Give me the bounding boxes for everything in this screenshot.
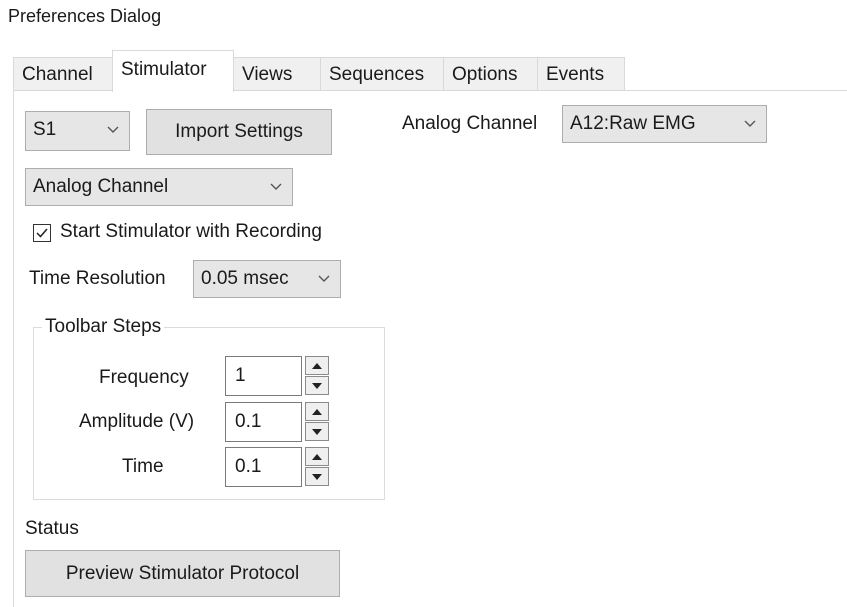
tab-stimulator[interactable]: Stimulator	[112, 50, 234, 92]
tab-options[interactable]: Options	[443, 57, 538, 91]
frequency-label: Frequency	[99, 367, 189, 388]
time-resolution-value: 0.05 msec	[201, 268, 289, 289]
tab-label: Views	[242, 64, 293, 85]
spin-up-button[interactable]	[305, 402, 329, 421]
tab-views[interactable]: Views	[233, 57, 321, 91]
triangle-down-icon	[312, 383, 322, 389]
frequency-spinner[interactable]	[305, 356, 329, 396]
triangle-up-icon	[312, 454, 322, 460]
amplitude-value: 0.1	[235, 411, 262, 432]
preview-stimulator-protocol-button[interactable]: Preview Stimulator Protocol	[25, 550, 340, 597]
frequency-input[interactable]: 1	[225, 356, 302, 396]
analog-channel-value: A12:Raw EMG	[570, 113, 696, 134]
amplitude-spinner[interactable]	[305, 402, 329, 442]
mode-select[interactable]: Analog Channel	[25, 168, 293, 206]
time-resolution-select[interactable]: 0.05 msec	[193, 260, 341, 298]
analog-channel-label: Analog Channel	[402, 113, 538, 134]
amplitude-input[interactable]: 0.1	[225, 402, 302, 442]
time-spinner[interactable]	[305, 447, 329, 487]
time-value: 0.1	[235, 456, 262, 477]
frequency-value: 1	[235, 365, 246, 386]
chevron-down-icon	[744, 106, 756, 128]
tab-label: Stimulator	[121, 59, 207, 80]
spin-down-button[interactable]	[305, 422, 329, 441]
window-title: Preferences Dialog	[8, 6, 162, 26]
tab-label: Sequences	[329, 64, 425, 85]
tab-label: Options	[452, 64, 518, 85]
mode-select-value: Analog Channel	[33, 176, 169, 197]
analog-channel-select[interactable]: A12:Raw EMG	[562, 105, 767, 143]
triangle-down-icon	[312, 474, 322, 480]
checkmark-icon	[36, 228, 48, 238]
spin-up-button[interactable]	[305, 447, 329, 466]
stimulator-select-value: S1	[33, 119, 57, 140]
status-label: Status	[25, 518, 79, 539]
tab-events[interactable]: Events	[537, 57, 625, 91]
chevron-down-icon	[270, 169, 282, 191]
tab-sequences[interactable]: Sequences	[320, 57, 444, 91]
start-with-recording-label[interactable]: Start Stimulator with Recording	[60, 221, 322, 243]
tab-channel[interactable]: Channel	[13, 57, 113, 91]
tab-label: Events	[546, 64, 605, 85]
chevron-down-icon	[318, 261, 330, 283]
import-settings-button[interactable]: Import Settings	[146, 109, 332, 155]
time-label: Time	[122, 456, 164, 477]
triangle-up-icon	[312, 409, 322, 415]
spin-up-button[interactable]	[305, 356, 329, 375]
spin-down-button[interactable]	[305, 376, 329, 395]
chevron-down-icon	[107, 112, 119, 134]
time-resolution-label: Time Resolution	[29, 268, 166, 289]
amplitude-label: Amplitude (V)	[79, 411, 195, 432]
time-input[interactable]: 0.1	[225, 447, 302, 487]
start-with-recording-checkbox[interactable]	[33, 224, 51, 242]
triangle-up-icon	[312, 363, 322, 369]
spin-down-button[interactable]	[305, 467, 329, 486]
preview-button-label: Preview Stimulator Protocol	[65, 563, 300, 584]
stimulator-select[interactable]: S1	[25, 111, 130, 151]
toolbar-steps-legend: Toolbar Steps	[42, 316, 165, 338]
triangle-down-icon	[312, 429, 322, 435]
tab-label: Channel	[22, 64, 93, 85]
import-settings-label: Import Settings	[175, 121, 303, 142]
